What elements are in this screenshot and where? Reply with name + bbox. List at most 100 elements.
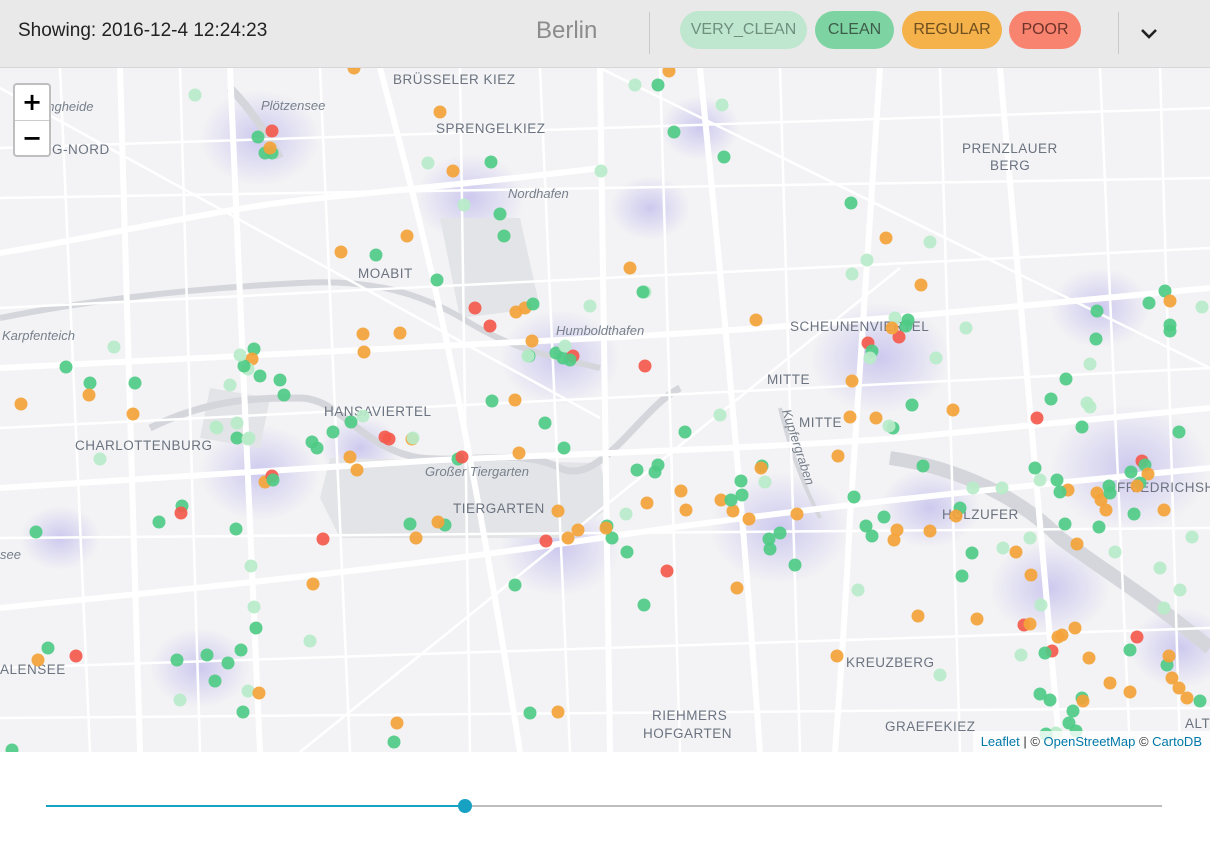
clean-point <box>1127 507 1141 521</box>
very-clean-point <box>1195 300 1209 314</box>
slider-thumb[interactable] <box>457 799 472 813</box>
regular-point <box>551 705 565 719</box>
chevron-down-icon[interactable] <box>1134 20 1164 48</box>
very-clean-point <box>303 634 317 648</box>
regular-point <box>674 484 688 498</box>
filter-regular-button[interactable]: REGULAR <box>902 11 1002 49</box>
map-canvas[interactable]: BRÜSSELER KIEZ Plötzensee SPRENGELKIEZ Nord… <box>0 68 1210 752</box>
very-clean-point <box>233 348 247 362</box>
regular-point <box>970 612 984 626</box>
map-label: BRÜSSELER KIEZ <box>393 72 516 87</box>
clean-point <box>1044 392 1058 406</box>
very-clean-point <box>521 349 535 363</box>
very-clean-point <box>860 253 874 267</box>
very-clean-point <box>882 419 896 433</box>
clean-point <box>523 706 537 720</box>
regular-point <box>393 326 407 340</box>
zoom-control: + − <box>13 83 51 157</box>
clean-point <box>717 150 731 164</box>
map-attribution: Leaflet | © OpenStreetMap © CartoDB <box>972 731 1210 752</box>
clean-point <box>430 273 444 287</box>
clean-point <box>899 319 913 333</box>
clean-point <box>273 373 287 387</box>
regular-point <box>946 403 960 417</box>
regular-point <box>1068 621 1082 635</box>
regular-point <box>446 164 460 178</box>
zoom-in-button[interactable]: + <box>15 85 49 120</box>
clean-point <box>844 196 858 210</box>
heat-blob <box>150 628 250 708</box>
filter-poor-button[interactable]: POOR <box>1009 11 1081 49</box>
clean-point <box>249 621 263 635</box>
very-clean-point <box>457 198 471 212</box>
clean-point <box>965 546 979 560</box>
clean-point <box>916 459 930 473</box>
very-clean-point <box>230 416 244 430</box>
regular-point <box>923 524 937 538</box>
very-clean-point <box>628 78 642 92</box>
regular-point <box>1055 628 1069 642</box>
map-label: ALT <box>1185 716 1210 731</box>
clean-point <box>251 130 265 144</box>
map-label: PRENZLAUER <box>962 141 1058 156</box>
regular-point <box>623 261 637 275</box>
very-clean-point <box>758 475 772 489</box>
very-clean-point <box>933 668 947 682</box>
regular-point <box>885 321 899 335</box>
very-clean-point <box>223 378 237 392</box>
very-clean-point <box>406 431 420 445</box>
regular-point <box>433 105 447 119</box>
clean-point <box>847 490 861 504</box>
map-label: SPRENGELKIEZ <box>436 121 546 136</box>
clean-point <box>557 441 571 455</box>
filter-clean-button[interactable]: CLEAN <box>815 11 894 49</box>
clean-point <box>152 515 166 529</box>
map-label: HANSAVIERTEL <box>324 404 432 419</box>
map-label: HOFGARTEN <box>643 726 732 741</box>
very-clean-point <box>241 684 255 698</box>
leaflet-link[interactable]: Leaflet <box>981 734 1020 749</box>
clean-point <box>493 207 507 221</box>
city-name: Berlin <box>536 17 598 44</box>
top-bar: Showing: 2016-12-4 12:24:23 Berlin VERY_… <box>0 0 1210 68</box>
very-clean-point <box>959 321 973 335</box>
very-clean-point <box>996 541 1010 555</box>
regular-point <box>1082 651 1096 665</box>
regular-point <box>431 515 445 529</box>
regular-point <box>640 496 654 510</box>
regular-point <box>1099 503 1113 517</box>
very-clean-point <box>1023 531 1037 545</box>
clean-point <box>630 463 644 477</box>
openstreetmap-link[interactable]: OpenStreetMap <box>1044 734 1136 749</box>
regular-point <box>561 531 575 545</box>
regular-point <box>726 504 740 518</box>
clean-point <box>667 125 681 139</box>
map-label: Nordhafen <box>508 186 569 201</box>
regular-point <box>31 653 45 667</box>
very-clean-point <box>845 267 859 281</box>
filter-very-clean-button[interactable]: VERY_CLEAN <box>680 11 807 49</box>
clean-point <box>485 394 499 408</box>
regular-point <box>1009 545 1023 559</box>
zoom-out-button[interactable]: − <box>15 120 49 156</box>
regular-point <box>845 374 859 388</box>
very-clean-point <box>1014 648 1028 662</box>
very-clean-point <box>93 452 107 466</box>
very-clean-point <box>241 432 255 446</box>
poor-point <box>468 301 482 315</box>
very-clean-point <box>1108 545 1122 559</box>
very-clean-point <box>1033 473 1047 487</box>
cartodb-link[interactable]: CartoDB <box>1152 734 1202 749</box>
very-clean-point <box>1157 601 1171 615</box>
very-clean-point <box>173 693 187 707</box>
time-slider[interactable] <box>46 796 1162 816</box>
regular-point <box>1103 676 1117 690</box>
map-view[interactable]: BRÜSSELER KIEZ Plötzensee SPRENGELKIEZ Nord… <box>0 68 1210 752</box>
clean-point <box>636 285 650 299</box>
regular-point <box>409 531 423 545</box>
divider <box>1118 12 1119 54</box>
clean-point <box>651 78 665 92</box>
regular-point <box>831 449 845 463</box>
very-clean-point <box>966 481 980 495</box>
map-label: Plötzensee <box>261 98 325 113</box>
